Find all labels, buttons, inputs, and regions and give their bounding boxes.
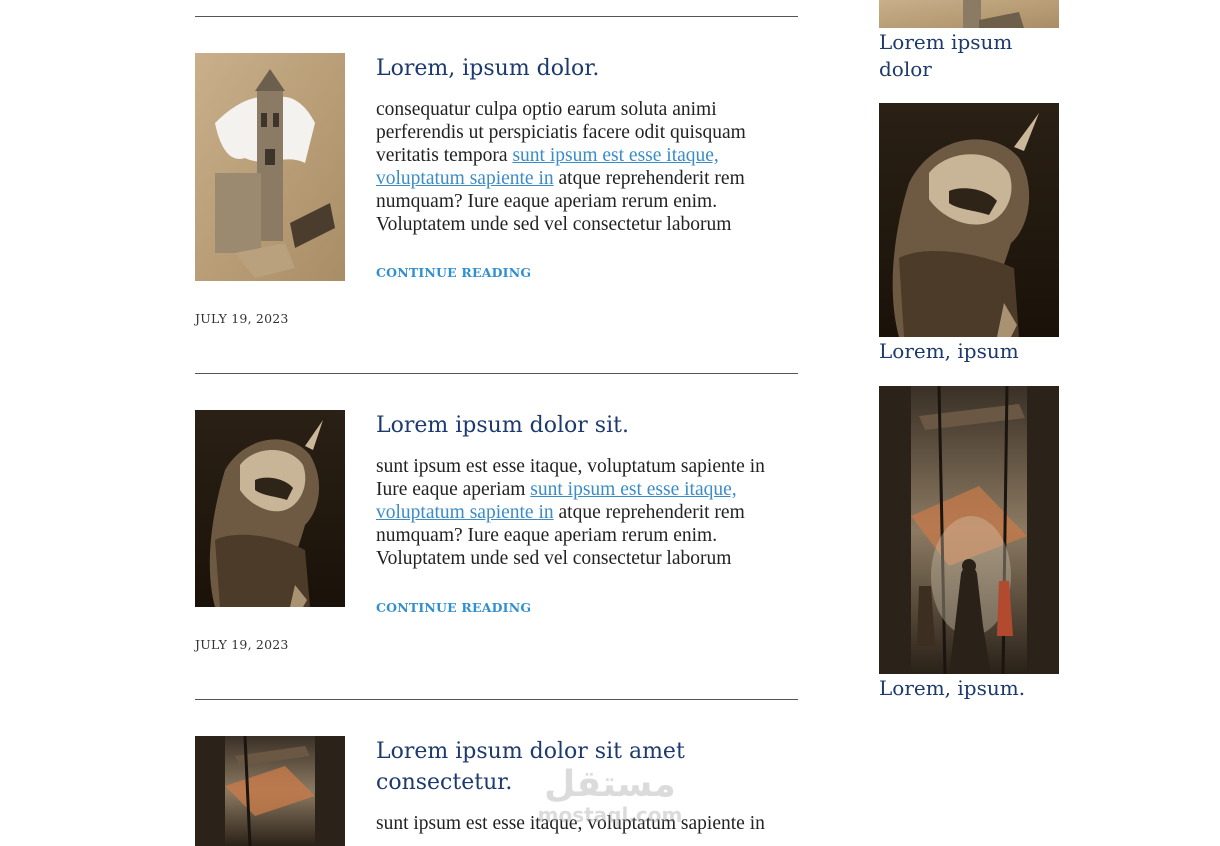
post-content: Lorem, ipsum dolor. consequatur culpa op… <box>376 53 798 236</box>
sidebar-item: Lorem, ipsum. <box>879 386 1059 702</box>
post-excerpt: consequatur culpa optio earum soluta ani… <box>376 98 798 236</box>
market-alley-image <box>879 386 1059 674</box>
post-title[interactable]: Lorem ipsum dolor sit amet consectetur. <box>376 736 798 798</box>
post-excerpt: sunt ipsum est esse itaque, voluptatum s… <box>376 812 798 835</box>
post-date: JULY 19, 2023 <box>195 311 289 326</box>
post-list: Lorem, ipsum dolor. consequatur culpa op… <box>195 0 798 846</box>
tower-sketch-image <box>195 53 345 281</box>
market-alley-image <box>195 736 345 846</box>
sidebar-item-image-link[interactable] <box>879 0 1059 28</box>
post-excerpt: sunt ipsum est esse itaque, voluptatum s… <box>376 455 798 570</box>
post-divider <box>195 373 798 374</box>
hooded-figure-image <box>195 410 345 607</box>
continue-reading-link[interactable]: CONTINUE READING <box>376 265 531 280</box>
post-thumbnail-link[interactable] <box>195 736 345 846</box>
sidebar-item-image-link[interactable] <box>879 386 1059 674</box>
post-title[interactable]: Lorem, ipsum dolor. <box>376 53 798 84</box>
tower-sketch-image <box>879 0 1059 28</box>
hooded-figure-image <box>879 103 1059 337</box>
sidebar-item: Lorem ipsum dolor <box>879 0 1059 83</box>
sidebar-item: Lorem, ipsum <box>879 103 1059 365</box>
continue-reading-link[interactable]: CONTINUE READING <box>376 600 531 615</box>
post-date: JULY 19, 2023 <box>195 637 289 652</box>
post-thumbnail-link[interactable] <box>195 410 345 607</box>
excerpt-text: sunt ipsum est esse itaque, voluptatum s… <box>376 813 765 834</box>
post-divider <box>195 699 798 700</box>
post-content: Lorem ipsum dolor sit amet consectetur. … <box>376 736 798 835</box>
sidebar-item-title[interactable]: Lorem, ipsum. <box>879 675 1059 702</box>
post-content: Lorem ipsum dolor sit. sunt ipsum est es… <box>376 410 798 570</box>
post-title[interactable]: Lorem ipsum dolor sit. <box>376 410 798 441</box>
sidebar-item-title[interactable]: Lorem ipsum dolor <box>879 29 1029 83</box>
sidebar-item-title[interactable]: Lorem, ipsum <box>879 338 1059 365</box>
sidebar-item-image-link[interactable] <box>879 103 1059 337</box>
post-thumbnail-link[interactable] <box>195 53 345 281</box>
post-divider <box>195 16 798 17</box>
